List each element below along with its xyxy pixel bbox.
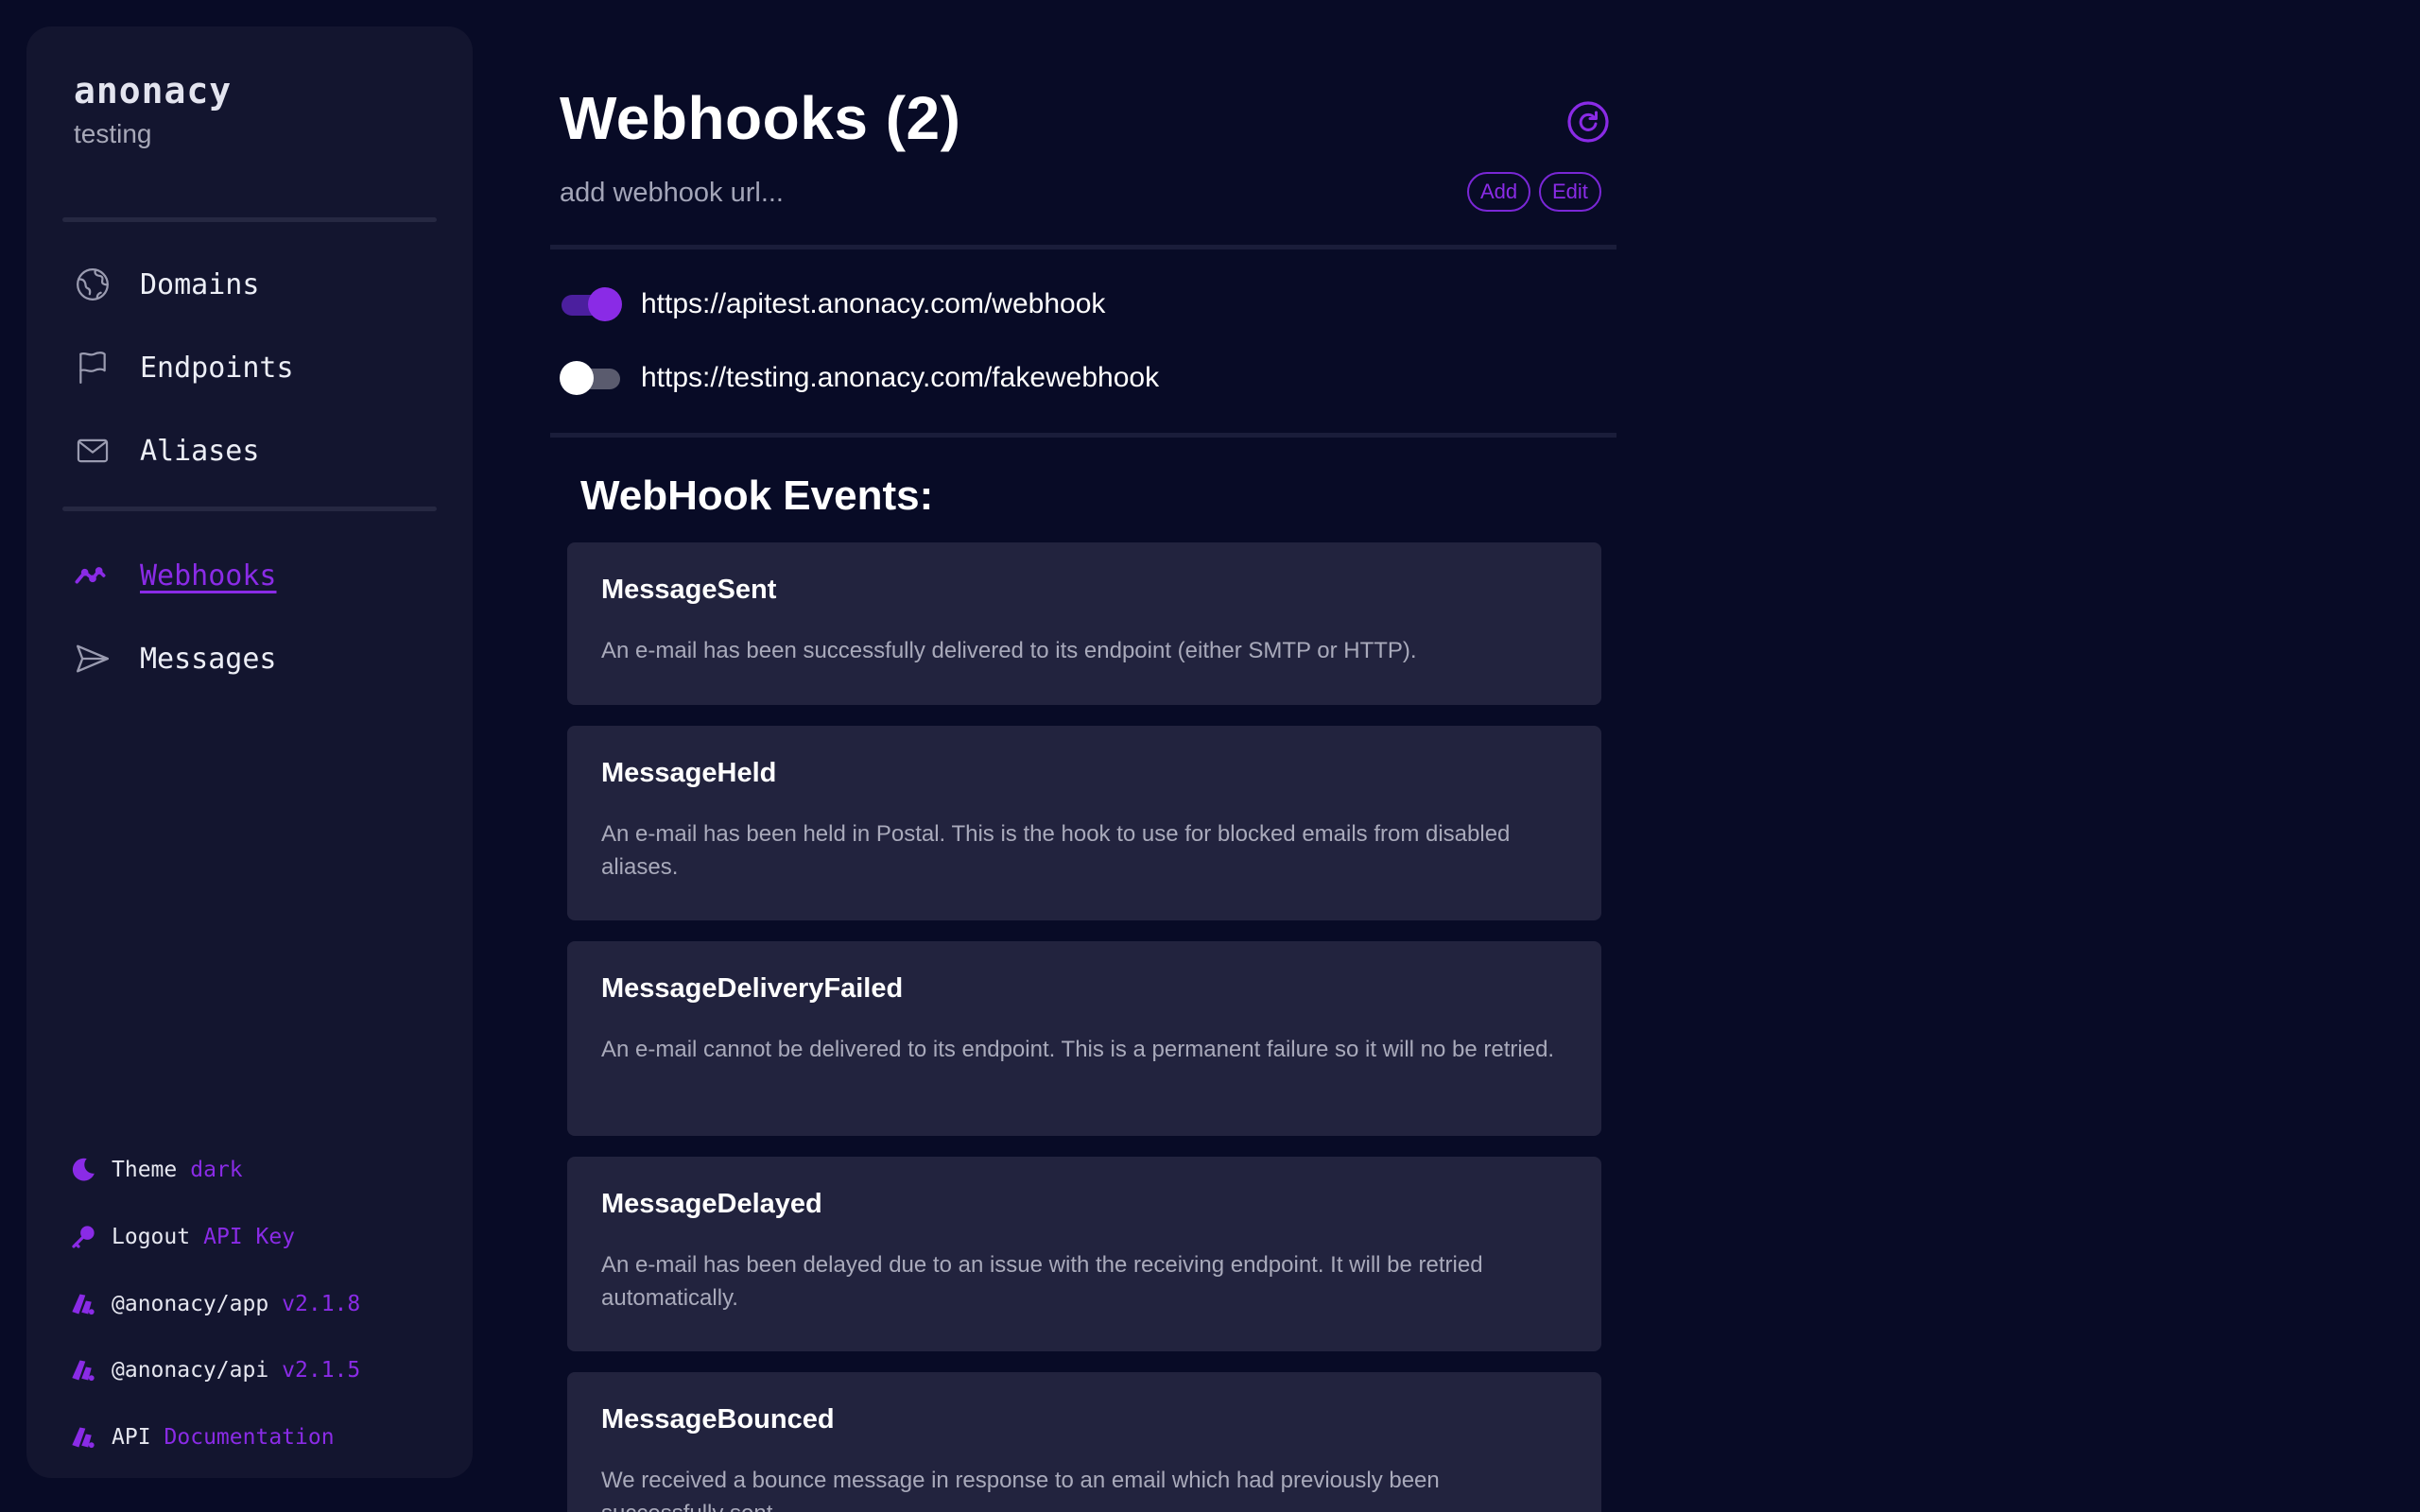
header-divider — [550, 245, 1616, 249]
event-card: MessageBounced We received a bounce mess… — [567, 1372, 1601, 1512]
webhook-toggle[interactable] — [560, 359, 622, 397]
main-content: Webhooks (2) Add Edit https://apitest.an… — [550, 0, 1618, 1512]
event-description: An e-mail cannot be delivered to its end… — [601, 1037, 1555, 1062]
documentation-link[interactable]: Documentation — [164, 1425, 335, 1450]
sidebar-item-webhooks[interactable]: Webhooks — [74, 552, 277, 599]
webhook-url: https://testing.anonacy.com/fakewebhook — [641, 362, 1160, 393]
event-name: MessageHeld — [601, 758, 777, 788]
theme-toggle[interactable]: Theme dark — [68, 1155, 243, 1185]
sidebar-item-label: Endpoints — [140, 351, 294, 385]
moon-icon — [68, 1155, 98, 1185]
sidebar-item-label: Domains — [140, 267, 260, 301]
webhook-url: https://apitest.anonacy.com/webhook — [641, 288, 1106, 319]
theme-label: Theme — [112, 1158, 178, 1182]
event-name: MessageSent — [601, 575, 777, 605]
brand: anonacy testing — [74, 70, 232, 149]
sidebar-item-label: Aliases — [140, 434, 260, 468]
send-icon — [74, 640, 112, 678]
event-description: We received a bounce message in response… — [601, 1468, 1440, 1512]
envelope-icon — [74, 432, 112, 470]
sidebar-item-label: Webhooks — [140, 558, 277, 593]
event-card: MessageDeliveryFailed An e-mail cannot b… — [567, 941, 1601, 1136]
page-title: Webhooks (2) — [560, 84, 961, 152]
api-package-label: @anonacy/api — [112, 1358, 269, 1383]
sidebar-divider — [62, 217, 437, 222]
app-version-value[interactable]: v2.1.8 — [282, 1292, 360, 1316]
anonacy-logo-icon — [68, 1422, 98, 1452]
events-title: WebHook Events: — [580, 472, 934, 519]
key-icon — [68, 1222, 98, 1252]
anonacy-logo-icon — [68, 1289, 98, 1319]
api-docs-label: API — [112, 1425, 151, 1450]
webhook-toggle[interactable] — [560, 285, 622, 323]
sidebar-item-endpoints[interactable]: Endpoints — [74, 344, 294, 391]
flag-icon — [74, 349, 112, 387]
edit-button[interactable]: Edit — [1539, 172, 1601, 212]
sidebar-item-messages[interactable]: Messages — [74, 635, 277, 682]
api-version-value[interactable]: v2.1.5 — [282, 1358, 360, 1383]
refresh-button[interactable] — [1566, 100, 1610, 144]
sidebar-divider — [62, 507, 437, 511]
event-card: MessageHeld An e-mail has been held in P… — [567, 726, 1601, 920]
event-card: MessageDelayed An e-mail has been delaye… — [567, 1157, 1601, 1351]
webhooks-divider — [550, 433, 1616, 438]
webhook-url-input[interactable] — [560, 174, 1392, 212]
webhook-row: https://testing.anonacy.com/fakewebhook — [560, 359, 1159, 397]
activity-icon — [74, 557, 112, 594]
sidebar-item-label: Messages — [140, 642, 277, 676]
event-card: MessageSent An e-mail has been successfu… — [567, 542, 1601, 705]
sidebar-item-aliases[interactable]: Aliases — [74, 427, 259, 474]
event-description: An e-mail has been delayed due to an iss… — [601, 1252, 1483, 1311]
api-documentation[interactable]: API Documentation — [68, 1422, 335, 1452]
refresh-icon — [1567, 101, 1609, 143]
event-name: MessageDelayed — [601, 1189, 822, 1219]
event-name: MessageDeliveryFailed — [601, 973, 904, 1004]
theme-value[interactable]: dark — [190, 1158, 242, 1182]
event-name: MessageBounced — [601, 1404, 835, 1435]
app-package-label: @anonacy/app — [112, 1292, 269, 1316]
brand-subtitle: testing — [74, 119, 152, 148]
api-key-link[interactable]: API Key — [203, 1225, 295, 1249]
api-version[interactable]: @anonacy/api v2.1.5 — [68, 1355, 360, 1385]
sidebar: anonacy testing Domains Endpoints Aliase… — [26, 26, 473, 1478]
logout-label: Logout — [112, 1225, 191, 1249]
sidebar-item-domains[interactable]: Domains — [74, 261, 259, 308]
globe-icon — [74, 266, 112, 303]
webhook-row: https://apitest.anonacy.com/webhook — [560, 285, 1105, 323]
brand-name: anonacy — [74, 70, 233, 112]
add-button[interactable]: Add — [1467, 172, 1531, 212]
anonacy-logo-icon — [68, 1355, 98, 1385]
event-description: An e-mail has been held in Postal. This … — [601, 821, 1511, 880]
logout-link[interactable]: Logout API Key — [68, 1222, 295, 1252]
event-description: An e-mail has been successfully delivere… — [601, 638, 1417, 663]
app-version[interactable]: @anonacy/app v2.1.8 — [68, 1289, 360, 1319]
